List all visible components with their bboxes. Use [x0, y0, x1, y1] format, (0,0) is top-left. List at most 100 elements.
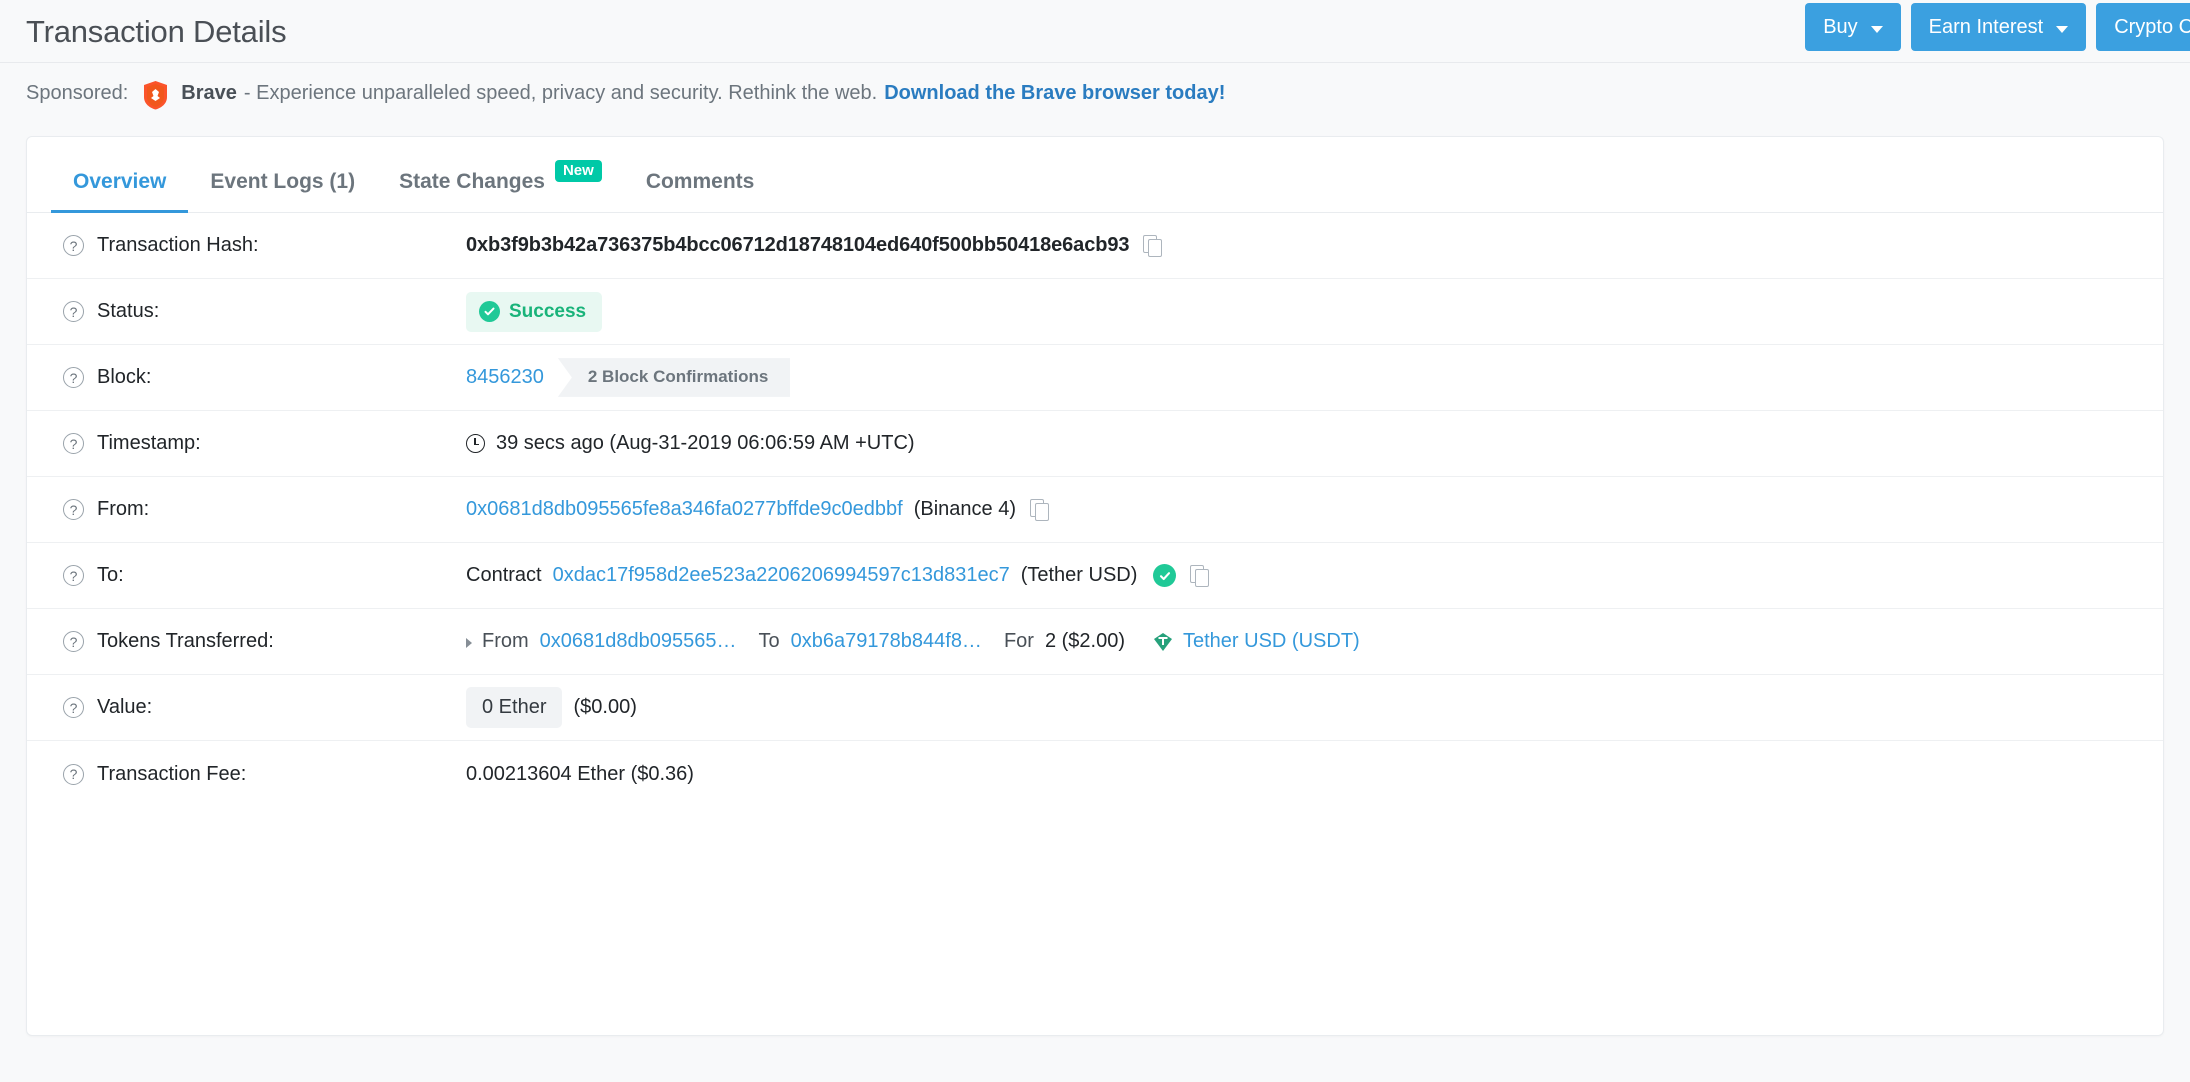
detail-rows: ? Transaction Hash: 0xb3f9b3b42a736375b4… [27, 213, 2163, 807]
row-label-tokens-transferred: ? Tokens Transferred: [51, 630, 466, 653]
copy-icon[interactable] [1143, 235, 1163, 257]
label-text: Timestamp: [97, 432, 201, 454]
token-to-address-link[interactable]: 0xb6a79178b844f8… [791, 630, 982, 653]
row-label-transaction-hash: ? Transaction Hash: [51, 234, 466, 257]
tab-event-logs-label: Event Logs (1) [210, 170, 356, 193]
row-label-from: ? From: [51, 498, 466, 521]
earn-interest-button-label: Earn Interest [1928, 15, 2044, 38]
help-icon[interactable]: ? [63, 565, 84, 586]
label-text: Tokens Transferred: [97, 630, 274, 652]
buy-button[interactable]: Buy [1805, 3, 1901, 51]
row-value-status: Success [466, 291, 2139, 332]
buy-button-label: Buy [1823, 15, 1858, 38]
tab-overview[interactable]: Overview [51, 170, 189, 213]
earn-interest-button[interactable]: Earn Interest [1910, 3, 2087, 51]
label-text: Block: [97, 366, 152, 388]
help-icon[interactable]: ? [63, 631, 84, 652]
tab-event-logs[interactable]: Event Logs (1) [188, 170, 377, 212]
chevron-down-icon [1870, 25, 1883, 33]
block-number-link[interactable]: 8456230 [466, 366, 544, 389]
row-transaction-fee: ? Transaction Fee: 0.00213604 Ether ($0.… [27, 741, 2163, 807]
sponsored-bar: Sponsored: Brave - Experience unparallel… [0, 62, 2190, 124]
row-to: ? To: Contract 0xdac17f958d2ee523a220620… [27, 543, 2163, 609]
row-label-transaction-fee: ? Transaction Fee: [51, 763, 466, 786]
transaction-card: Overview Event Logs (1) State Changes Ne… [26, 136, 2164, 1036]
status-text: Success [509, 300, 587, 322]
help-icon[interactable]: ? [63, 763, 84, 785]
label-text: From: [97, 498, 150, 520]
check-circle-icon [479, 301, 500, 322]
tab-state-changes-label: State Changes [399, 170, 545, 193]
row-label-to: ? To: [51, 564, 466, 587]
transaction-hash-value: 0xb3f9b3b42a736375b4bcc06712d18748104ed6… [466, 234, 1130, 256]
row-from: ? From: 0x0681d8db095565fe8a346fa0277bff… [27, 477, 2163, 543]
label-text: Value: [97, 696, 153, 718]
verified-contract-icon [1153, 564, 1177, 587]
clock-icon [466, 434, 485, 453]
from-address-link[interactable]: 0x0681d8db095565fe8a346fa0277bffde9c0edb… [466, 498, 903, 521]
contract-prefix: Contract [466, 564, 542, 586]
row-transaction-hash: ? Transaction Hash: 0xb3f9b3b42a736375b4… [27, 213, 2163, 279]
help-icon[interactable]: ? [63, 235, 84, 256]
row-label-status: ? Status: [51, 300, 466, 323]
token-for-label: For [1003, 630, 1034, 652]
header-actions: Buy Earn Interest Crypto Credit [1805, 3, 2190, 51]
ether-value-pill: 0 Ether [466, 687, 563, 728]
sponsored-label: Sponsored: [26, 82, 129, 104]
row-label-timestamp: ? Timestamp: [51, 432, 466, 455]
transaction-fee-text: 0.00213604 Ether ($0.36) [466, 762, 694, 785]
to-address-tag: (Tether USD) [1020, 564, 1138, 586]
row-label-block: ? Block: [51, 366, 466, 389]
copy-icon[interactable] [1030, 499, 1050, 521]
crypto-credit-button-label: Crypto Credit [2114, 15, 2190, 38]
page-title: Transaction Details [26, 13, 287, 49]
row-value-block: 8456230 2 Block Confirmations [466, 358, 2139, 397]
label-text: Status: [97, 300, 160, 322]
label-text: Transaction Hash: [97, 234, 259, 256]
token-from-label: From [482, 630, 529, 652]
help-icon[interactable]: ? [63, 367, 84, 388]
to-address-link[interactable]: 0xdac17f958d2ee523a2206206994597c13d831e… [553, 564, 1010, 587]
tab-state-changes[interactable]: State Changes New [377, 160, 624, 212]
label-text: To: [97, 564, 124, 586]
from-address-tag: (Binance 4) [913, 498, 1017, 520]
sponsored-text: - Experience unparalleled speed, privacy… [243, 82, 878, 104]
token-from-address-link[interactable]: 0x0681d8db095565… [540, 630, 737, 653]
row-value-to: Contract 0xdac17f958d2ee523a220620699459… [466, 564, 2139, 587]
token-to-label: To [758, 630, 780, 652]
status-badge: Success [466, 291, 603, 332]
row-value-from: 0x0681d8db095565fe8a346fa0277bffde9c0edb… [466, 498, 2139, 521]
tab-bar: Overview Event Logs (1) State Changes Ne… [27, 137, 2163, 213]
row-block: ? Block: 8456230 2 Block Confirmations [27, 345, 2163, 411]
row-value-transaction-fee: 0.00213604 Ether ($0.36) [466, 763, 2139, 786]
token-name-link[interactable]: Tether USD (USDT) [1183, 630, 1360, 653]
tab-comments[interactable]: Comments [624, 170, 777, 212]
help-icon[interactable]: ? [63, 301, 84, 322]
row-value-value: 0 Ether ($0.00) [466, 687, 2139, 728]
row-status: ? Status: Success [27, 279, 2163, 345]
brave-download-link[interactable]: Download the Brave browser today! [884, 82, 1225, 105]
timestamp-text: 39 secs ago (Aug-31-2019 06:06:59 AM +UT… [496, 432, 915, 454]
help-icon[interactable]: ? [63, 433, 84, 454]
brave-brand-name: Brave [181, 82, 237, 104]
ether-value-fiat: ($0.00) [573, 696, 637, 718]
tab-overview-label: Overview [73, 170, 167, 193]
row-value: ? Value: 0 Ether ($0.00) [27, 675, 2163, 741]
row-value-transaction-hash: 0xb3f9b3b42a736375b4bcc06712d18748104ed6… [466, 234, 2139, 257]
row-tokens-transferred: ? Tokens Transferred: From 0x0681d8db095… [27, 609, 2163, 675]
label-text: Transaction Fee: [97, 762, 247, 785]
new-badge: New [554, 160, 602, 182]
transaction-details-page: Transaction Details Buy Earn Interest Cr… [0, 0, 2190, 1082]
block-confirmations-badge: 2 Block Confirmations [557, 358, 791, 397]
help-icon[interactable]: ? [63, 697, 84, 718]
token-amount: 2 ($2.00) [1044, 630, 1125, 652]
row-value-timestamp: 39 secs ago (Aug-31-2019 06:06:59 AM +UT… [466, 432, 2139, 455]
help-icon[interactable]: ? [63, 499, 84, 520]
row-value-tokens-transferred: From 0x0681d8db095565… To 0xb6a79178b844… [466, 630, 2139, 653]
chevron-down-icon [2056, 25, 2069, 33]
crypto-credit-button[interactable]: Crypto Credit [2096, 3, 2190, 51]
copy-icon[interactable] [1190, 565, 1210, 587]
tab-comments-label: Comments [645, 170, 755, 193]
chevron-right-icon[interactable] [466, 637, 472, 648]
row-timestamp: ? Timestamp: 39 secs ago (Aug-31-2019 06… [27, 411, 2163, 477]
